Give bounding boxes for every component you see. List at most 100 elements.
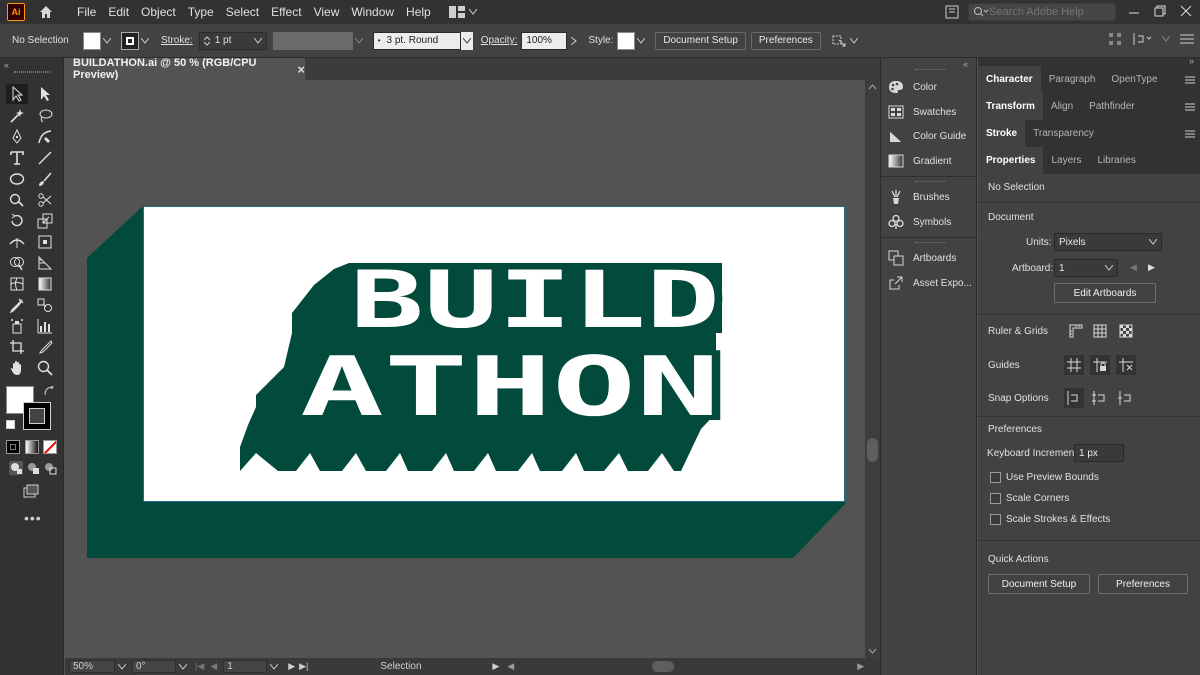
- tab-stroke[interactable]: Stroke: [978, 120, 1026, 147]
- chevron-down-icon[interactable]: [1162, 36, 1170, 42]
- slice-tool-icon[interactable]: [34, 337, 56, 357]
- search-help-field[interactable]: [968, 3, 1116, 21]
- scissors-tool-icon[interactable]: [34, 190, 56, 210]
- keyboard-increment-field[interactable]: 1 px: [1074, 444, 1124, 462]
- chevron-down-icon[interactable]: [118, 663, 126, 670]
- close-icon[interactable]: [1178, 3, 1194, 19]
- tab-transform[interactable]: Transform: [978, 93, 1043, 120]
- blend-tool-icon[interactable]: [34, 295, 56, 315]
- default-fill-stroke-icon[interactable]: [6, 420, 15, 429]
- color-mode-icon[interactable]: [6, 440, 20, 454]
- stroke-color-swatch[interactable]: [23, 402, 51, 430]
- scroll-up-icon[interactable]: [865, 82, 880, 92]
- grip-icon[interactable]: [915, 181, 945, 182]
- menu-type[interactable]: Type: [182, 0, 220, 24]
- chevron-down-icon[interactable]: [460, 31, 473, 50]
- scroll-left-icon[interactable]: ◀: [507, 661, 514, 672]
- chevron-down-icon[interactable]: [139, 32, 151, 50]
- scale-corners-checkbox[interactable]: Scale Corners: [990, 493, 1069, 504]
- rotate-tool-icon[interactable]: [6, 211, 28, 231]
- show-guides-icon[interactable]: [1064, 355, 1084, 375]
- quick-document-setup-button[interactable]: Document Setup: [988, 574, 1090, 594]
- draw-inside-icon[interactable]: [39, 458, 61, 478]
- tab-character[interactable]: Character: [978, 66, 1041, 93]
- stroke-weight-field[interactable]: 1 pt: [198, 31, 267, 50]
- mesh-tool-icon[interactable]: [6, 274, 28, 294]
- canvas-area[interactable]: BUILD BUILD ATHON ATHON: [65, 80, 865, 658]
- curvature-tool-icon[interactable]: [34, 127, 56, 147]
- opacity-label[interactable]: Opacity:: [481, 35, 518, 46]
- snap-icon[interactable]: [1132, 32, 1152, 46]
- menu-help[interactable]: Help: [400, 0, 437, 24]
- perspective-grid-tool-icon[interactable]: [34, 253, 56, 273]
- tab-layers[interactable]: Layers: [1043, 147, 1089, 174]
- tab-paragraph[interactable]: Paragraph: [1041, 66, 1104, 93]
- symbols-panel-button[interactable]: Symbols: [887, 211, 951, 233]
- grip-icon[interactable]: [915, 69, 945, 71]
- grid-icon[interactable]: [1090, 321, 1110, 341]
- panel-menu-icon[interactable]: [1180, 66, 1200, 93]
- gradient-tool-icon[interactable]: [34, 274, 56, 294]
- preferences-button[interactable]: Preferences: [750, 31, 821, 50]
- vertical-scrollbar[interactable]: [865, 80, 880, 658]
- zoom-field[interactable]: 50%: [69, 660, 115, 673]
- edit-artboards-button[interactable]: Edit Artboards: [1054, 283, 1156, 303]
- type-tool-icon[interactable]: [6, 148, 28, 168]
- selection-tool-icon[interactable]: [6, 84, 28, 104]
- horizontal-scroll-thumb[interactable]: [652, 661, 675, 672]
- snap-to-glyph-icon[interactable]: [1116, 388, 1136, 408]
- line-segment-tool-icon[interactable]: [34, 148, 56, 168]
- artboards-panel-button[interactable]: Artboards: [887, 247, 956, 269]
- align-icon[interactable]: [1108, 32, 1122, 46]
- chevron-down-icon[interactable]: [101, 32, 113, 50]
- none-mode-icon[interactable]: [43, 440, 57, 454]
- opacity-field[interactable]: 100%: [521, 31, 568, 50]
- snap-to-point-icon[interactable]: [1064, 388, 1084, 408]
- status-menu-icon[interactable]: ▶: [492, 661, 499, 672]
- color-panel-button[interactable]: Color: [887, 76, 937, 98]
- variable-width-profile[interactable]: [272, 31, 353, 50]
- menu-view[interactable]: View: [308, 0, 346, 24]
- panel-toggle-icon[interactable]: [944, 4, 960, 20]
- expand-panels-icon[interactable]: «: [963, 59, 968, 69]
- asset-export-panel-button[interactable]: Asset Expo...: [887, 272, 972, 294]
- gradient-mode-icon[interactable]: [25, 440, 39, 454]
- chevron-right-icon[interactable]: [568, 32, 580, 50]
- ellipse-tool-icon[interactable]: [6, 169, 28, 189]
- use-preview-bounds-checkbox[interactable]: Use Preview Bounds: [990, 472, 1099, 483]
- units-dropdown[interactable]: Pixels: [1054, 233, 1162, 251]
- smart-guides-icon[interactable]: [1116, 355, 1136, 375]
- document-tab[interactable]: BUILDATHON.ai @ 50 % (RGB/CPU Preview) ×: [65, 57, 305, 81]
- chevron-down-icon[interactable]: [635, 32, 647, 50]
- vertical-scroll-thumb[interactable]: [867, 438, 878, 462]
- search-input[interactable]: [989, 6, 1109, 18]
- transparency-grid-icon[interactable]: [1116, 321, 1136, 341]
- zoom-tool-icon[interactable]: [34, 358, 56, 378]
- paintbrush-tool-icon[interactable]: [34, 169, 56, 189]
- artboard-tool-icon[interactable]: [6, 337, 28, 357]
- close-document-icon[interactable]: ×: [297, 62, 305, 77]
- scroll-down-icon[interactable]: [865, 646, 880, 656]
- grip-icon[interactable]: [915, 242, 945, 243]
- document-setup-button[interactable]: Document Setup: [655, 31, 746, 50]
- edit-toolbar-icon[interactable]: •••: [24, 510, 42, 526]
- hand-tool-icon[interactable]: [6, 358, 28, 378]
- previous-artboard-icon[interactable]: ◀: [1130, 262, 1137, 273]
- menu-edit[interactable]: Edit: [102, 0, 135, 24]
- shape-builder-tool-icon[interactable]: [6, 253, 28, 273]
- stroke-swatch[interactable]: [121, 31, 139, 50]
- panel-menu-icon[interactable]: [1180, 120, 1200, 147]
- swap-fill-stroke-icon[interactable]: [44, 384, 54, 399]
- chevron-down-icon[interactable]: [270, 663, 279, 670]
- minimize-icon[interactable]: [1126, 3, 1142, 19]
- next-artboard-icon[interactable]: ▶: [1148, 262, 1155, 273]
- width-tool-icon[interactable]: [6, 232, 28, 252]
- menu-window[interactable]: Window: [345, 0, 400, 24]
- scroll-right-icon[interactable]: ▶: [857, 661, 864, 672]
- first-artboard-icon[interactable]: |◀: [195, 661, 204, 672]
- tab-libraries[interactable]: Libraries: [1089, 147, 1143, 174]
- last-artboard-icon[interactable]: ▶|: [299, 661, 308, 672]
- transform-options[interactable]: [831, 34, 858, 48]
- artboard-dropdown[interactable]: 1: [1054, 259, 1118, 277]
- artboard-navigation-field[interactable]: 1: [223, 660, 268, 673]
